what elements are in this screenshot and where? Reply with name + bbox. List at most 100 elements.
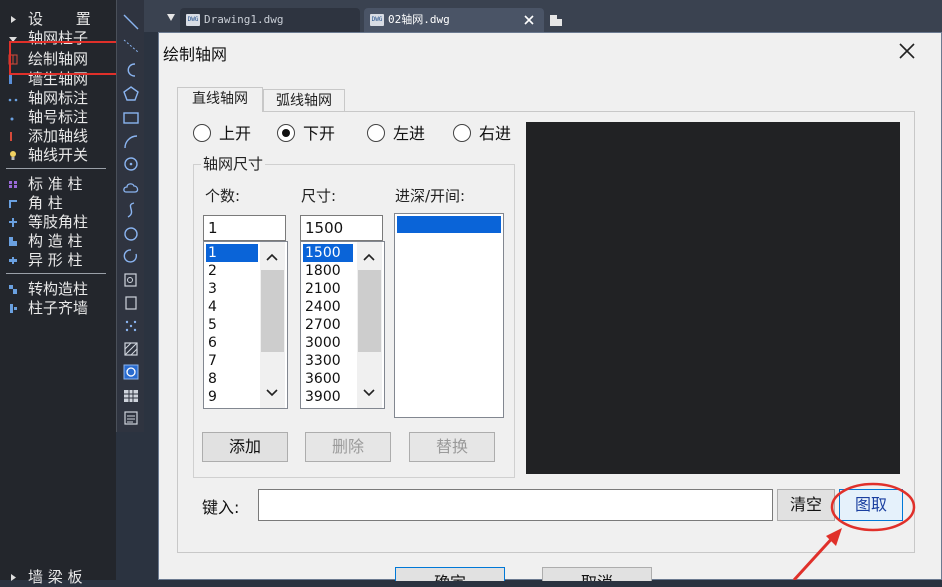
menu-axis-number[interactable]: 轴号标注 — [0, 108, 116, 127]
mtext-tool-icon[interactable] — [121, 408, 141, 428]
size-input[interactable]: 1500 — [300, 215, 383, 241]
menu-settings[interactable]: 设 置 — [0, 10, 116, 29]
rectangle-tool-icon[interactable] — [121, 108, 141, 128]
scrollbar[interactable] — [357, 242, 382, 408]
dwg-file-icon: DWG — [186, 14, 200, 26]
document-tab-bar: DWG Drawing1.dwg DWG 02轴网.dwg — [144, 0, 942, 32]
tab-straight-grid[interactable]: 直线轴网 — [177, 87, 263, 112]
polyline-tool-icon[interactable] — [121, 36, 141, 56]
list-item[interactable]: 1800 — [303, 262, 341, 280]
list-item[interactable]: 3900 — [303, 388, 341, 406]
point-tool-icon[interactable] — [121, 316, 141, 336]
tab-02-grid[interactable]: DWG 02轴网.dwg — [364, 8, 544, 32]
list-item[interactable]: 5 — [206, 316, 217, 334]
region-tool-icon[interactable] — [121, 362, 141, 382]
bulb-icon — [10, 151, 16, 160]
depth-label: 进深/开间: — [395, 187, 466, 205]
delete-button[interactable]: 删除 — [305, 432, 391, 462]
ok-button[interactable]: 确定 — [395, 567, 505, 581]
list-item[interactable]: 8 — [206, 370, 217, 388]
radio-circle — [277, 124, 295, 142]
align-column-icon — [10, 304, 17, 313]
list-item[interactable]: 2700 — [303, 316, 341, 334]
chevron-down-icon[interactable] — [265, 388, 279, 398]
polygon-tool-icon[interactable] — [121, 84, 141, 104]
hatch-tool-icon[interactable] — [121, 339, 141, 359]
cancel-button[interactable]: 取消 — [542, 567, 652, 581]
chevron-up-icon[interactable] — [362, 252, 376, 262]
tab-close-icon[interactable] — [524, 15, 534, 25]
menu-wall-beam-slab[interactable]: 墙 梁 板 — [0, 568, 116, 587]
line-tool-icon[interactable] — [121, 12, 141, 32]
menu-add-axis[interactable]: 添加轴线 — [0, 127, 116, 146]
menu-highlight-box — [9, 41, 120, 75]
list-item[interactable]: 2400 — [303, 298, 341, 316]
list-item[interactable]: 1500 — [303, 244, 353, 262]
tab-drawing1[interactable]: DWG Drawing1.dwg — [180, 8, 360, 32]
list-item[interactable]: 2 — [206, 262, 217, 280]
arc-tool-icon[interactable] — [121, 132, 141, 152]
list-item[interactable]: 2100 — [303, 280, 341, 298]
list-item[interactable]: 7 — [206, 352, 217, 370]
radio-circle — [453, 124, 471, 142]
grid-preview-panel — [526, 122, 900, 474]
axis-number-icon — [10, 117, 14, 121]
circle-tool-icon[interactable] — [121, 154, 141, 174]
depth-list[interactable] — [394, 213, 504, 418]
scrollbar-thumb[interactable] — [358, 270, 381, 352]
menu-corner-column[interactable]: 角 柱 — [0, 194, 116, 213]
menu-structural-column[interactable]: 构 造 柱 — [0, 232, 116, 251]
new-tab-icon[interactable] — [548, 12, 564, 28]
group-title: 轴网尺寸 — [201, 153, 266, 174]
cloud-tool-icon[interactable] — [121, 178, 141, 198]
list-item[interactable]: 3600 — [303, 370, 341, 388]
menu-standard-column[interactable]: 标 准 柱 — [0, 175, 116, 194]
radio-circle — [193, 124, 211, 142]
list-item[interactable]: 9 — [206, 388, 217, 406]
list-item-selected[interactable] — [397, 216, 501, 233]
equal-column-icon — [9, 218, 17, 227]
size-list[interactable]: 1500 1800 2100 2400 2700 3000 3300 3600 … — [300, 241, 385, 409]
list-item[interactable]: 3300 — [303, 352, 341, 370]
scrollbar-thumb[interactable] — [261, 270, 284, 352]
menu-align-column[interactable]: 柱子齐墙 — [0, 299, 116, 318]
menu-equal-column[interactable]: 等肢角柱 — [0, 213, 116, 232]
add-axis-icon — [10, 132, 12, 141]
make-block-tool-icon[interactable] — [121, 293, 141, 313]
count-input[interactable]: 1 — [203, 215, 286, 241]
menu-special-column[interactable]: 异 形 柱 — [0, 251, 116, 270]
insert-block-tool-icon[interactable] — [121, 270, 141, 290]
key-input-field[interactable] — [258, 489, 773, 521]
list-item[interactable]: 6 — [206, 334, 217, 352]
corner-column-icon — [9, 200, 17, 208]
add-button[interactable]: 添加 — [202, 432, 288, 462]
table-tool-icon[interactable] — [121, 386, 141, 406]
count-label: 个数: — [205, 187, 241, 205]
ellipse-tool-icon[interactable] — [121, 224, 141, 244]
radio-circle — [367, 124, 385, 142]
arc-polyline-tool-icon[interactable] — [121, 60, 141, 80]
list-item[interactable]: 3000 — [303, 334, 341, 352]
list-item[interactable]: 3 — [206, 280, 217, 298]
list-item[interactable]: 1 — [206, 244, 258, 262]
menu-grid-dim[interactable]: 轴网标注 — [0, 89, 116, 108]
chevron-up-icon[interactable] — [265, 252, 279, 262]
annotation-overlay — [792, 482, 916, 580]
dialog-title: 绘制轴网 — [163, 45, 228, 64]
list-item[interactable]: 4 — [206, 298, 217, 316]
tab-menu-arrow-icon[interactable] — [166, 12, 176, 22]
spline-tool-icon[interactable] — [121, 200, 141, 220]
triangle-right-icon — [11, 16, 16, 23]
menu-convert-column[interactable]: 转构造柱 — [0, 280, 116, 299]
count-list[interactable]: 1 2 3 4 5 6 7 8 9 — [203, 241, 288, 409]
chevron-down-icon[interactable] — [362, 388, 376, 398]
close-icon[interactable] — [895, 39, 919, 63]
menu-axis-switch[interactable]: 轴线开关 — [0, 146, 116, 165]
ellipse-arc-tool-icon[interactable] — [121, 246, 141, 266]
menu-separator — [6, 273, 106, 274]
annotation-arrow-icon — [792, 532, 838, 580]
scrollbar[interactable] — [260, 242, 285, 408]
tab-arc-grid[interactable]: 弧线轴网 — [263, 89, 345, 112]
replace-button[interactable]: 替换 — [409, 432, 495, 462]
special-column-icon — [9, 257, 17, 264]
